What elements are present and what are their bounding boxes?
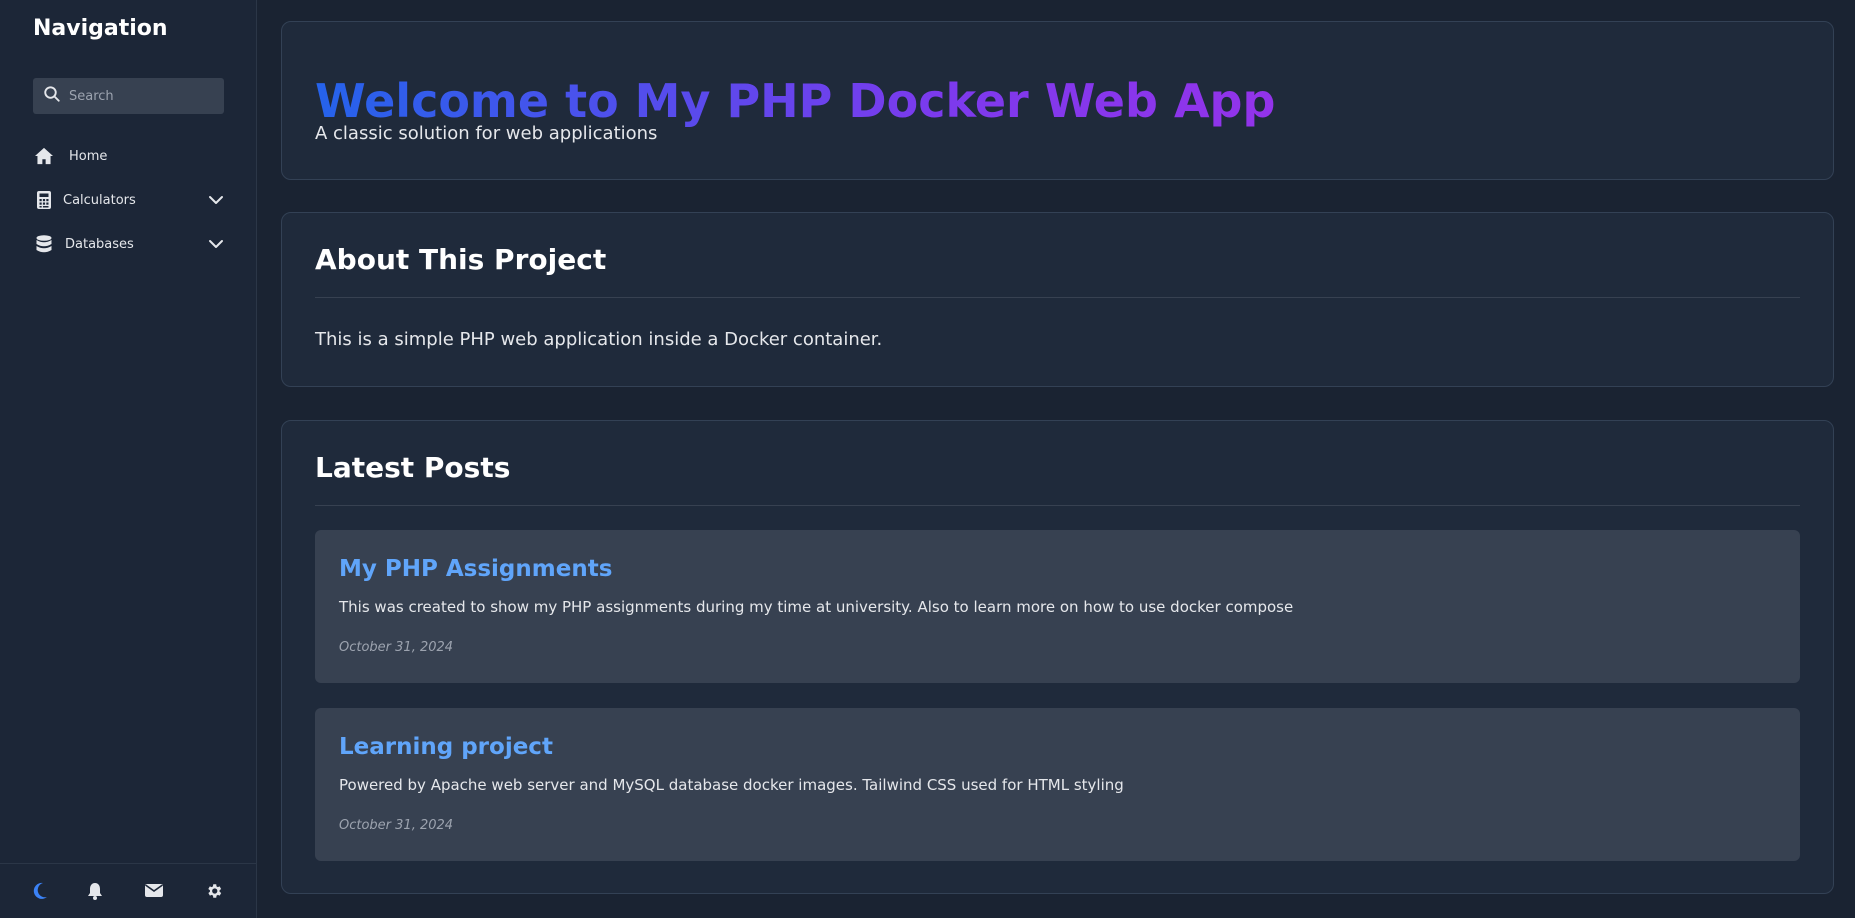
gear-icon[interactable]	[205, 882, 223, 904]
page-title: Welcome to My PHP Docker Web App	[315, 74, 1276, 128]
sidebar-item-label: Calculators	[63, 192, 136, 208]
mail-icon[interactable]	[145, 882, 163, 902]
about-text: This is a simple PHP web application ins…	[315, 329, 883, 350]
latest-posts-card: Latest Posts My PHP Assignments This was…	[281, 420, 1834, 894]
calculator-icon	[33, 191, 55, 209]
moon-icon[interactable]	[32, 882, 48, 904]
database-icon	[33, 235, 55, 253]
divider	[315, 505, 1800, 506]
sidebar-item-calculators[interactable]: Calculators	[33, 185, 224, 215]
post-date: October 31, 2024	[339, 818, 454, 833]
chevron-down-icon[interactable]	[208, 192, 224, 212]
sidebar-item-home[interactable]: Home	[33, 141, 224, 171]
home-icon	[33, 147, 55, 165]
sidebar-item-databases[interactable]: Databases	[33, 229, 224, 259]
post-title-link[interactable]: My PHP Assignments	[339, 556, 612, 582]
hero-card: Welcome to My PHP Docker Web App A class…	[281, 21, 1834, 180]
sidebar-title: Navigation	[33, 16, 168, 41]
sidebar-footer	[0, 863, 256, 918]
about-card: About This Project This is a simple PHP …	[281, 212, 1834, 387]
post-card: Learning project Powered by Apache web s…	[315, 708, 1800, 861]
app: Navigation Home	[0, 0, 1855, 918]
section-title: Latest Posts	[315, 451, 511, 484]
bell-icon[interactable]	[87, 882, 103, 904]
search-box[interactable]	[33, 78, 224, 114]
post-date: October 31, 2024	[339, 640, 454, 655]
page-subtitle: A classic solution for web applications	[315, 123, 658, 144]
section-title: About This Project	[315, 243, 607, 276]
post-card: My PHP Assignments This was created to s…	[315, 530, 1800, 683]
search-input[interactable]	[69, 88, 209, 104]
post-body: This was created to show my PHP assignme…	[339, 598, 1294, 616]
post-title-link[interactable]: Learning project	[339, 734, 553, 760]
sidebar-item-label: Databases	[65, 236, 134, 252]
chevron-down-icon[interactable]	[208, 236, 224, 256]
main-content: Welcome to My PHP Docker Web App A class…	[257, 0, 1855, 918]
divider	[315, 297, 1800, 298]
sidebar: Navigation Home	[0, 0, 257, 918]
post-body: Powered by Apache web server and MySQL d…	[339, 776, 1124, 794]
sidebar-item-label: Home	[69, 148, 108, 164]
search-icon	[33, 85, 61, 107]
